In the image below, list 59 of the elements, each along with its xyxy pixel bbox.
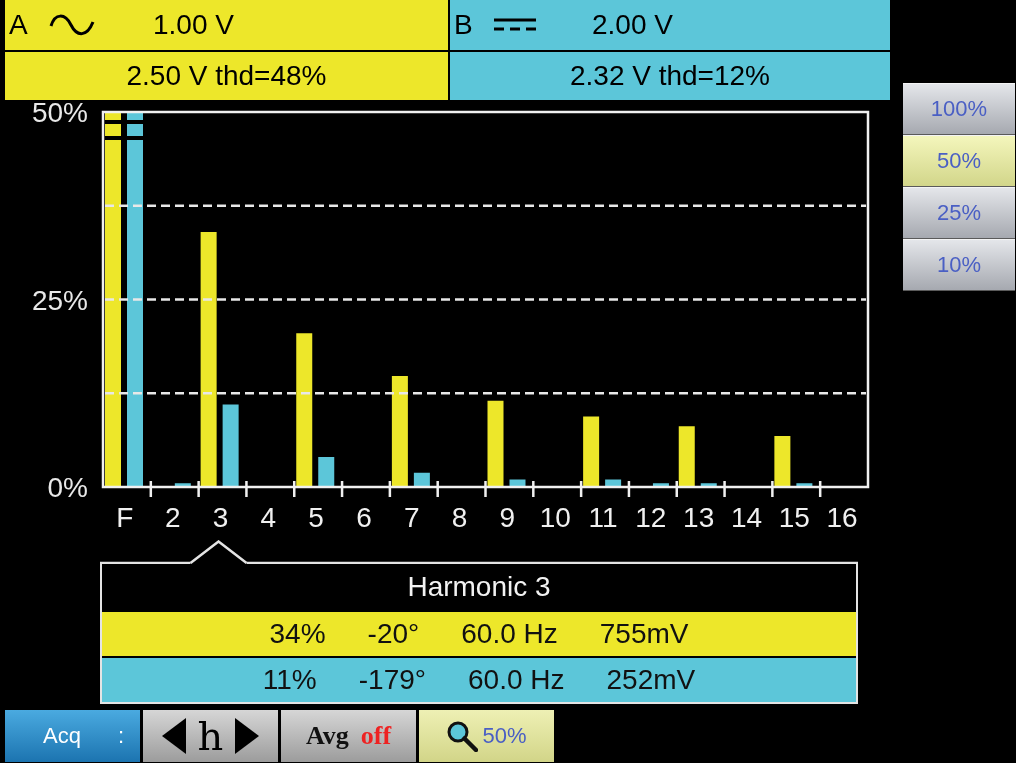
category-label: 14 bbox=[730, 502, 763, 533]
detail-title: Harmonic 3 bbox=[406, 570, 552, 604]
zoom-button[interactable]: 50% bbox=[419, 710, 554, 762]
detail-value: 252mV bbox=[606, 664, 696, 696]
category-label: 6 bbox=[356, 502, 372, 533]
harmonic-bar bbox=[796, 483, 813, 487]
category-label: 9 bbox=[499, 502, 516, 533]
category-label: 11 bbox=[588, 502, 618, 533]
zoom-level-option[interactable]: 25% bbox=[903, 187, 1015, 239]
axis-break-icon bbox=[127, 120, 143, 140]
detail-value: -20° bbox=[367, 618, 420, 650]
right-triangle-icon bbox=[235, 718, 260, 754]
category-label: F bbox=[116, 502, 134, 533]
sine-wave-icon bbox=[49, 12, 95, 38]
category-label: 7 bbox=[404, 502, 420, 533]
category-label: 10 bbox=[539, 502, 571, 533]
harmonic-bar bbox=[605, 479, 622, 487]
zoom-level-option[interactable]: 10% bbox=[903, 239, 1015, 291]
harmonic-bar bbox=[652, 483, 669, 487]
category-label: 4 bbox=[260, 502, 277, 533]
harmonic-bar bbox=[583, 416, 600, 487]
axis-break-icon bbox=[105, 120, 121, 140]
detail-value: 755mV bbox=[599, 618, 689, 650]
harmonic-bar bbox=[318, 457, 335, 487]
category-label: 13 bbox=[683, 502, 715, 533]
axis-tick-label: 25% bbox=[31, 284, 88, 316]
channel-scale: 2.00 V bbox=[592, 9, 673, 41]
detail-value: -179° bbox=[358, 664, 426, 696]
category-label: 16 bbox=[826, 502, 858, 533]
average-toggle-button[interactable]: Avg off bbox=[281, 710, 416, 762]
channel-reading: 2.32 V thd=12% bbox=[450, 52, 890, 100]
category-label: 15 bbox=[778, 502, 810, 533]
harmonic-stepper-button[interactable]: h bbox=[143, 710, 278, 762]
detail-value: 11% bbox=[262, 664, 317, 696]
harmonic-bar bbox=[774, 436, 791, 487]
channel-reading: 2.50 V thd=48% bbox=[5, 52, 448, 100]
category-label: 12 bbox=[635, 502, 667, 533]
dc-symbol-icon bbox=[494, 18, 536, 32]
channel-scale: 1.00 V bbox=[153, 9, 234, 41]
detail-value: 60.0 Hz bbox=[468, 664, 565, 696]
category-label: 3 bbox=[212, 502, 229, 533]
left-triangle-icon bbox=[161, 718, 186, 754]
zoom-level-option[interactable]: 50% bbox=[903, 135, 1015, 187]
channel-name: A bbox=[9, 9, 29, 41]
detail-value: 34% bbox=[269, 618, 326, 650]
channel-name: B bbox=[454, 9, 474, 41]
axis-tick-label: 0% bbox=[47, 472, 88, 503]
harmonic-bar bbox=[174, 483, 191, 487]
harmonic-bar bbox=[700, 483, 717, 487]
category-label: 8 bbox=[451, 502, 468, 533]
zoom-level-option[interactable]: 100% bbox=[903, 83, 1015, 135]
harmonic-bar bbox=[509, 479, 526, 487]
category-label: 2 bbox=[164, 502, 181, 533]
magnifier-icon bbox=[446, 720, 479, 752]
axis-tick-label: 50% bbox=[31, 100, 88, 128]
harmonic-bar bbox=[678, 426, 695, 487]
category-label: 5 bbox=[308, 502, 324, 533]
acquisition-menu-button[interactable]: Acq : bbox=[5, 710, 140, 762]
detail-value: 60.0 Hz bbox=[461, 618, 558, 650]
